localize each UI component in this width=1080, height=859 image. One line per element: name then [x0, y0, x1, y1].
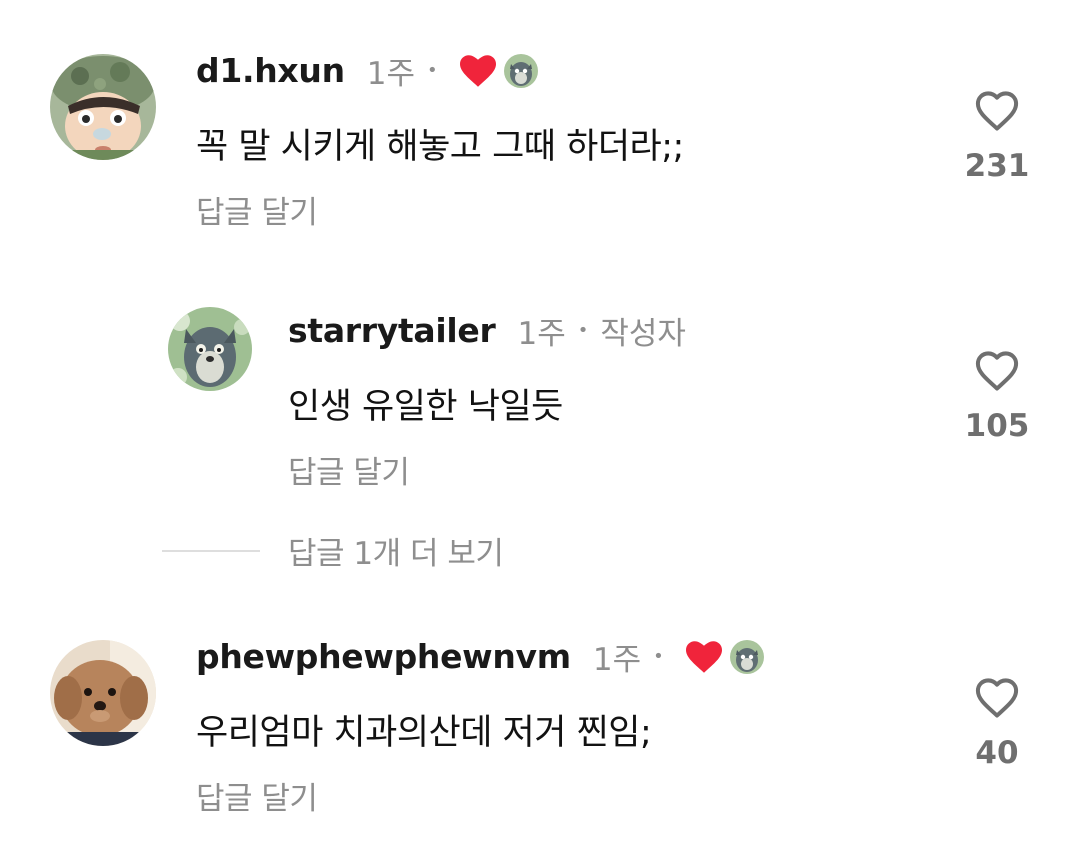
divider-line	[162, 549, 260, 552]
like-count: 105	[964, 408, 1030, 444]
username[interactable]: d1.hxun	[196, 51, 345, 90]
like-button[interactable]: 40	[962, 677, 1032, 771]
like-button[interactable]: 105	[962, 350, 1032, 444]
like-count: 231	[964, 148, 1030, 184]
comment-text: 우리엄마 치과의산데 저거 찐임;	[196, 713, 652, 753]
like-button[interactable]: 231	[962, 90, 1032, 184]
username[interactable]: starrytailer	[288, 311, 496, 350]
creator-like-badge	[459, 53, 538, 88]
creator-like-badge	[685, 639, 764, 674]
author-badge: 작성자	[600, 316, 686, 352]
avatar[interactable]	[168, 307, 252, 391]
heart-filled-icon	[685, 640, 722, 673]
heart-outline-icon	[975, 678, 1019, 718]
timestamp: 1주	[592, 642, 642, 678]
heart-outline-icon	[975, 351, 1019, 391]
like-count: 40	[975, 735, 1019, 771]
reply-button[interactable]: 답글 달기	[196, 773, 318, 818]
heart-filled-icon	[459, 54, 496, 87]
timestamp: 1주	[366, 56, 416, 92]
heart-outline-icon	[975, 91, 1019, 131]
separator-dot: •	[653, 646, 664, 667]
avatar[interactable]	[50, 54, 156, 160]
timestamp: 1주	[517, 316, 566, 352]
reply-button[interactable]: 답글 달기	[288, 447, 410, 492]
reply-button[interactable]: 답글 달기	[196, 187, 318, 232]
separator-dot: •	[427, 60, 438, 81]
avatar[interactable]	[50, 640, 156, 746]
view-more-replies-button[interactable]: 답글 1개 더 보기	[162, 528, 504, 573]
creator-avatar	[503, 53, 538, 88]
view-more-replies-label: 답글 1개 더 보기	[288, 536, 504, 572]
username[interactable]: phewphewphewnvm	[196, 637, 571, 676]
creator-avatar	[729, 639, 764, 674]
comment-text: 꼭 말 시키게 해놓고 그때 하더라;;	[196, 127, 684, 167]
separator-dot: •	[577, 320, 589, 341]
comment-text: 인생 유일한 낙일듯	[288, 387, 563, 427]
